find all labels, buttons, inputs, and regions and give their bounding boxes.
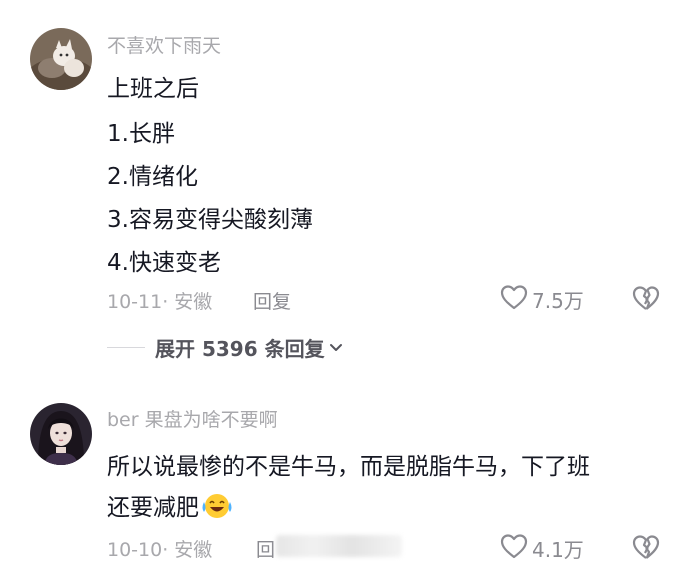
expand-replies-label: 展开 5396 条回复 [155, 337, 325, 361]
broken-heart-icon [632, 286, 660, 315]
heart-outline-icon [500, 284, 528, 314]
dislike-button[interactable] [632, 285, 660, 315]
username[interactable]: ber 果盘为啥不要啊 [107, 405, 278, 432]
broken-heart-icon [632, 535, 660, 564]
comment-text-line: 所以说最惨的不是牛马，而是脱脂牛马，下了班 [107, 454, 590, 480]
dislike-button[interactable] [632, 534, 660, 564]
avatar[interactable] [30, 403, 92, 465]
like-count: 7.5万 [532, 288, 584, 313]
username[interactable]: 不喜欢下雨天 [107, 31, 221, 58]
reply-button[interactable]: 回 [256, 535, 275, 562]
avatar[interactable] [30, 28, 92, 90]
expand-replies-button[interactable]: 展开 5396 条回复 [107, 333, 343, 362]
comment-text-line: 还要减肥 [107, 488, 233, 526]
crying-laughing-emoji-icon [201, 492, 233, 526]
divider-line [107, 347, 145, 348]
comment-text-line: 3.容易变得尖酸刻薄 [107, 207, 313, 233]
comment-text-line: 1.长胖 [107, 121, 175, 147]
like-count: 4.1万 [532, 537, 584, 562]
comment-text-line: 2.情绪化 [107, 164, 198, 190]
heart-outline-icon [500, 533, 528, 563]
comment-date-location: 10-11· 安徽 [107, 291, 213, 313]
comment-text: 还要减肥 [107, 495, 199, 521]
comment-text-line: 4.快速变老 [107, 250, 221, 276]
comment-date-location: 10-10· 安徽 [107, 539, 213, 561]
reply-button[interactable]: 回复 [253, 287, 291, 314]
like-button[interactable]: 7.5万 [500, 284, 584, 314]
like-button[interactable]: 4.1万 [500, 533, 584, 563]
chevron-down-icon [329, 338, 343, 357]
blurred-overlay [276, 535, 402, 557]
comment-text-line: 上班之后 [107, 76, 199, 102]
